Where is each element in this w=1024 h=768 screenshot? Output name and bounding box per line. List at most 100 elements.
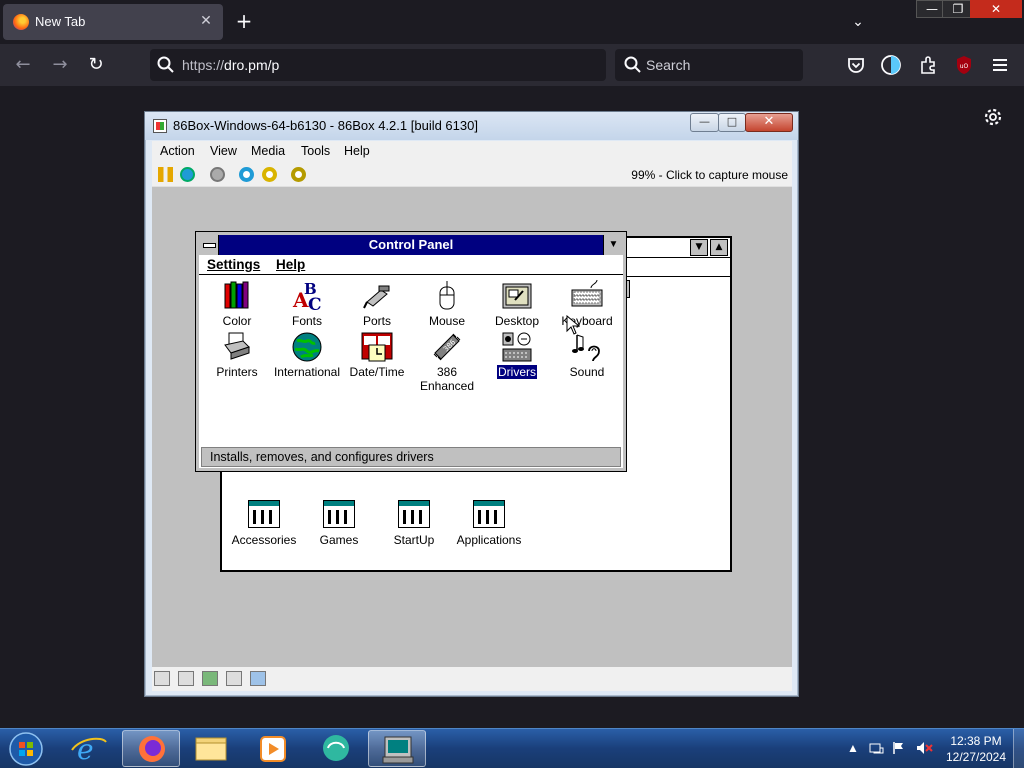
reset-icon[interactable] [180,167,195,182]
pm-maximize-button[interactable]: ▲ [710,239,728,256]
reload-button[interactable]: ↻ [83,53,109,79]
control-panel-title-bar[interactable]: Control Panel ▼ [199,235,623,255]
cp-item-386-enhanced[interactable]: 386 386 Enhanced [409,331,485,393]
control-panel-menu-bar: Settings Help [199,255,623,275]
taskbar-file-explorer[interactable] [182,730,240,767]
cp-item-label: Sound [569,365,605,379]
group-label: Games [319,533,359,547]
cp-item-date-time[interactable]: Date/Time [339,331,415,379]
show-hidden-icons-button[interactable]: ▲ [847,741,859,755]
cp-item-color[interactable]: Color [199,280,275,328]
group-applications[interactable]: Applications [444,500,534,547]
screen: New Tab ✕ + ⌄ — ❐ ✕ ← → ↻ https://dro.pm… [0,0,1024,768]
ublock-origin-icon[interactable]: uO [953,54,975,76]
86box-window: 86Box-Windows-64-b6130 - 86Box 4.2.1 [bu… [144,111,799,697]
window-close-button[interactable]: ✕ [970,0,1022,18]
url-bar[interactable]: https://dro.pm/p [150,49,606,81]
search-icon [624,56,641,73]
86box-title-bar[interactable]: 86Box-Windows-64-b6130 - 86Box 4.2.1 [bu… [145,112,798,140]
network-tray-icon[interactable] [891,740,907,756]
taskbar-chat-app[interactable] [306,730,364,767]
cp-item-fonts[interactable]: ABC Fonts [269,280,345,328]
search-placeholder: Search [646,57,691,73]
ctrl-alt-del-icon[interactable] [239,167,254,182]
menu-help[interactable]: Help [344,144,370,158]
back-button[interactable]: ← [10,53,36,79]
account-icon[interactable] [880,54,902,76]
cp-item-ports[interactable]: Ports [339,280,415,328]
printers-icon [224,332,250,360]
new-tab-button[interactable]: + [232,10,256,34]
86box-maximize-button[interactable]: □ [718,113,746,132]
cp-minimize-button[interactable]: ▼ [603,235,623,255]
floppy-a-icon[interactable] [154,671,170,686]
svg-text:e: e [77,733,94,766]
tab-title: New Tab [35,14,86,29]
menu-tools[interactable]: Tools [301,144,330,158]
clock-icon [361,332,393,362]
network-icon[interactable] [202,671,218,686]
cp-item-label: Drivers [497,365,537,379]
cp-item-label: Desktop [494,314,540,328]
group-label: Accessories [231,533,297,547]
86box-close-button[interactable]: ✕ [745,113,793,132]
hamburger-menu-icon[interactable] [989,54,1011,76]
extensions-icon[interactable] [917,54,939,76]
pause-icon[interactable] [158,167,173,182]
taskbar-media-player[interactable] [244,730,302,767]
mouse-icon [439,281,455,310]
start-button[interactable] [4,731,48,767]
taskbar-firefox[interactable] [122,730,180,767]
menu-view[interactable]: View [210,144,237,158]
pocket-icon[interactable] [845,54,867,76]
drivers-icon [502,332,532,362]
cp-item-label: 386 Enhanced [419,365,475,393]
cp-item-label: Mouse [428,314,466,328]
cp-item-label: Ports [362,314,391,328]
desktop-icon [502,283,532,309]
chip-icon: 386 [433,333,461,361]
menu-action[interactable]: Action [160,144,195,158]
taskbar: e ▲ 12:38 PM 12/27/2024 [0,728,1024,768]
keyboard-icon [571,280,603,307]
volume-muted-icon[interactable] [915,740,933,756]
forward-button[interactable]: → [47,53,73,79]
cp-item-keyboard[interactable]: Keyboard [549,280,625,328]
action-center-icon[interactable] [868,740,884,756]
svg-text:uO: uO [960,63,969,70]
menu-cp-help[interactable]: Help [276,257,305,272]
hard-disk-icon[interactable] [226,671,242,686]
cp-item-desktop[interactable]: Desktop [479,280,555,328]
control-panel-title: Control Panel [368,237,454,252]
taskbar-internet-explorer[interactable]: e [60,730,118,767]
system-menu-box[interactable] [199,235,219,255]
emulated-screen[interactable]: ▼ ▲ ▲ Accessories Games StartUp Applicat… [152,187,792,667]
cp-item-international[interactable]: International [269,331,345,379]
floppy-b-icon[interactable] [178,671,194,686]
clock[interactable]: 12:38 PM 12/27/2024 [943,733,1009,765]
ctrl-alt-esc-icon[interactable] [262,167,277,182]
pm-minimize-button[interactable]: ▼ [690,239,708,256]
tab-close-icon[interactable]: ✕ [197,12,215,30]
control-panel-status-bar: Installs, removes, and configures driver… [201,447,621,467]
settings-icon[interactable] [291,167,306,182]
tab-new-tab[interactable]: New Tab ✕ [3,4,223,40]
show-desktop-button[interactable] [1013,729,1024,768]
cp-item-mouse[interactable]: Mouse [409,280,485,328]
menu-media[interactable]: Media [251,144,285,158]
nav-bar: ← → ↻ https://dro.pm/p Search uO [0,44,1024,86]
power-icon[interactable] [210,167,225,182]
cp-item-printers[interactable]: Printers [199,331,275,379]
gear-icon[interactable] [983,107,1003,127]
menu-settings[interactable]: Settings [207,257,260,272]
cp-item-drivers[interactable]: Drivers [479,331,555,379]
cp-item-sound[interactable]: Sound [549,331,625,379]
list-tabs-button[interactable]: ⌄ [846,10,870,34]
taskbar-86box[interactable] [368,730,426,767]
search-bar[interactable]: Search [615,49,803,81]
sound-device-icon[interactable] [250,671,266,686]
ports-icon [363,285,390,309]
86box-minimize-button[interactable]: — [690,113,719,132]
program-group-icon [473,500,505,528]
group-label: Applications [456,533,522,547]
